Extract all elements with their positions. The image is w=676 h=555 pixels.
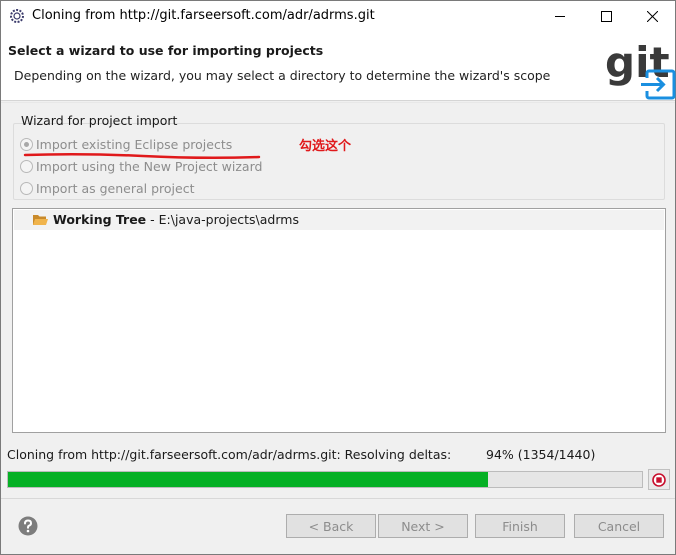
button-bar-separator — [1, 498, 675, 499]
close-button[interactable] — [629, 1, 675, 31]
stop-icon — [652, 472, 666, 487]
stop-button[interactable] — [648, 469, 670, 490]
annotation-text: 勾选这个 — [299, 139, 352, 154]
progress-bar — [7, 471, 643, 488]
wizard-page-title: Select a wizard to use for importing pro… — [8, 43, 324, 58]
progress-bar-fill — [8, 472, 488, 487]
wizard-header: Select a wizard to use for importing pro… — [1, 31, 676, 101]
finish-button-label: Finish — [502, 518, 538, 534]
tree-item-working-tree[interactable]: Working Tree - E:\java-projects\adrms — [14, 210, 664, 230]
maximize-button[interactable] — [583, 1, 629, 31]
radio-import-general-project[interactable]: Import as general project — [20, 179, 194, 197]
tree-item-label: Working Tree - E:\java-projects\adrms — [53, 212, 299, 227]
radio-button[interactable] — [20, 181, 33, 195]
progress-status-text: Cloning from http://git.farseersoft.com/… — [7, 447, 452, 462]
working-tree-view[interactable]: Working Tree - E:\java-projects\adrms — [12, 208, 666, 433]
eclipse-gear-icon — [10, 9, 24, 23]
header-separator — [1, 102, 675, 103]
wizard-page-description: Depending on the wizard, you may select … — [14, 68, 551, 83]
wizard-group-label: Wizard for project import — [21, 113, 178, 128]
cancel-button-label: Cancel — [597, 518, 641, 534]
title-bar: Cloning from http://git.farseersoft.com/… — [1, 1, 675, 31]
minimize-button[interactable] — [537, 1, 583, 31]
radio-label: Import existing Eclipse projects — [36, 136, 233, 152]
minimize-icon — [554, 15, 565, 17]
red-annotation-underline — [23, 152, 261, 160]
back-button-label: < Back — [308, 518, 354, 534]
maximize-icon — [600, 10, 612, 22]
tree-item-path: - E:\java-projects\adrms — [146, 212, 299, 227]
git-import-logo-icon: git — [605, 38, 676, 100]
radio-label: Import as general project — [36, 180, 195, 196]
open-folder-icon — [33, 215, 48, 225]
help-icon[interactable] — [18, 516, 38, 536]
radio-button[interactable] — [20, 137, 33, 151]
back-button[interactable]: < Back — [286, 514, 376, 538]
tree-item-name: Working Tree — [53, 212, 147, 227]
clone-wizard-window: Cloning from http://git.farseersoft.com/… — [0, 0, 676, 555]
close-icon — [646, 10, 658, 22]
cancel-button[interactable]: Cancel — [574, 514, 664, 538]
finish-button[interactable]: Finish — [475, 514, 565, 538]
next-button-label: Next > — [401, 518, 445, 534]
window-title: Cloning from http://git.farseersoft.com/… — [32, 8, 375, 23]
progress-percent-text: 94% (1354/1440) — [486, 447, 596, 462]
next-button[interactable]: Next > — [378, 514, 468, 538]
